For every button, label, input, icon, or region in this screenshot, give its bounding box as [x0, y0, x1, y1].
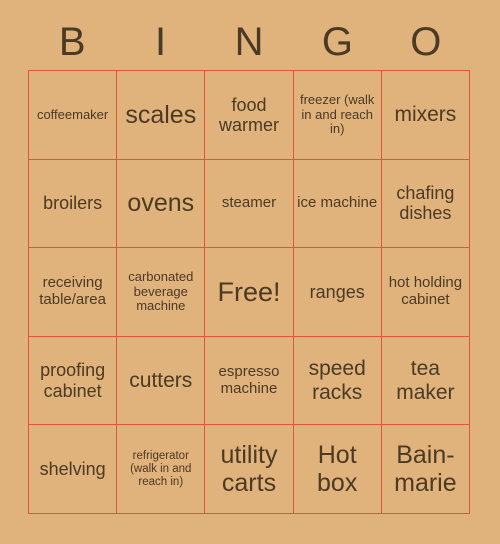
bingo-cell-label: shelving — [39, 459, 106, 480]
bingo-cell-r4c1[interactable]: proofing cabinet — [29, 336, 118, 426]
bingo-cell-r5c3[interactable]: utility carts — [205, 425, 294, 514]
bingo-cell-label: speed racks — [308, 357, 366, 404]
bingo-cell-label: utility carts — [220, 441, 278, 498]
bingo-cell-r5c2[interactable]: refrigerator (walk in and reach in) — [117, 425, 206, 514]
header-letter-g: G — [321, 20, 353, 64]
bingo-cell-r1c3[interactable]: food warmer — [205, 71, 294, 160]
bingo-cell-r2c4[interactable]: ice machine — [293, 159, 382, 249]
bingo-cell-r3c1[interactable]: receiving table/area — [29, 248, 118, 337]
bingo-cell-label: mixers — [394, 103, 457, 127]
bingo-grid: coffeemaker scales food warmer freezer (… — [28, 70, 470, 514]
header-letter-o: O — [410, 20, 442, 64]
bingo-cell-free-space[interactable]: Free! — [205, 248, 294, 337]
bingo-cell-label: Hot box — [317, 441, 358, 498]
bingo-cell-r2c5[interactable]: chafing dishes — [381, 159, 470, 249]
bingo-cell-r4c5[interactable]: tea maker — [381, 336, 470, 426]
bingo-cell-r1c2[interactable]: scales — [117, 71, 206, 160]
bingo-cell-label: refrigerator (walk in and reach in) — [130, 449, 192, 488]
bingo-cell-r1c4[interactable]: freezer (walk in and reach in) — [293, 71, 382, 160]
bingo-cell-label: ovens — [127, 189, 195, 218]
bingo-cell-r3c2[interactable]: carbonated beverage machine — [117, 248, 206, 337]
bingo-cell-r1c5[interactable]: mixers — [381, 71, 470, 160]
bingo-cell-label: espresso machine — [218, 362, 280, 397]
bingo-cell-r4c4[interactable]: speed racks — [293, 336, 382, 426]
bingo-cell-r3c5[interactable]: hot holding cabinet — [381, 248, 470, 337]
bingo-cell-r1c1[interactable]: coffeemaker — [29, 71, 118, 160]
bingo-cell-r5c4[interactable]: Hot box — [293, 425, 382, 514]
bingo-card: B I N G O coffeemaker scales food warmer… — [0, 0, 500, 544]
bingo-cell-label: scales — [125, 100, 197, 129]
header-letter-b: B — [58, 20, 86, 64]
bingo-cell-label: freezer (walk in and reach in) — [299, 91, 375, 137]
bingo-cell-r3c4[interactable]: ranges — [293, 248, 382, 337]
header-letter-i: I — [155, 20, 167, 64]
bingo-cell-label: receiving table/area — [39, 274, 106, 308]
bingo-cell-label: steamer — [221, 193, 277, 211]
bingo-cell-r4c3[interactable]: espresso machine — [205, 336, 294, 426]
bingo-cell-r5c1[interactable]: shelving — [29, 425, 118, 514]
bingo-cell-label: chafing dishes — [396, 183, 455, 224]
free-space-label: Free! — [217, 276, 281, 307]
bingo-cell-label: carbonated beverage machine — [128, 269, 194, 314]
bingo-cell-label: ranges — [309, 281, 365, 302]
bingo-cell-label: broilers — [43, 193, 103, 214]
bingo-cell-label: coffeemaker — [36, 106, 109, 122]
bingo-cell-r2c3[interactable]: steamer — [205, 159, 294, 249]
header-letter-n: N — [234, 20, 264, 64]
bingo-cell-r2c1[interactable]: broilers — [29, 159, 118, 249]
bingo-cell-label: food warmer — [218, 94, 279, 135]
bingo-cell-label: proofing cabinet — [40, 360, 106, 401]
bingo-cell-label: cutters — [129, 368, 193, 392]
bingo-cell-label: tea maker — [396, 357, 455, 404]
bingo-cell-label: Bain-marie — [394, 441, 457, 498]
bingo-cell-label: ice machine — [297, 193, 378, 211]
bingo-cell-label: hot holding cabinet — [388, 274, 463, 308]
bingo-cell-r4c2[interactable]: cutters — [117, 336, 206, 426]
bingo-header: B I N G O — [28, 14, 470, 70]
bingo-cell-r2c2[interactable]: ovens — [117, 159, 206, 249]
bingo-cell-r5c5[interactable]: Bain-marie — [381, 425, 470, 514]
